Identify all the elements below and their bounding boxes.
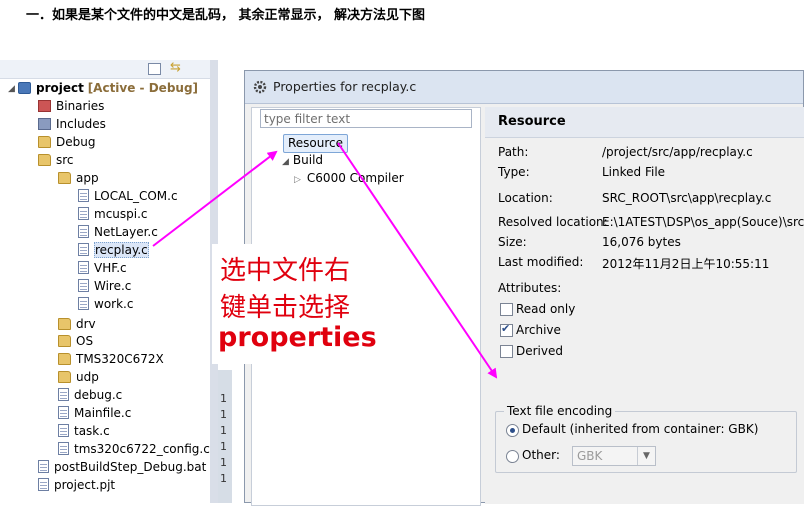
arrow-to-resource [152,150,278,247]
annotation-arrows [152,142,498,379]
arrow-to-encoding [337,142,498,379]
